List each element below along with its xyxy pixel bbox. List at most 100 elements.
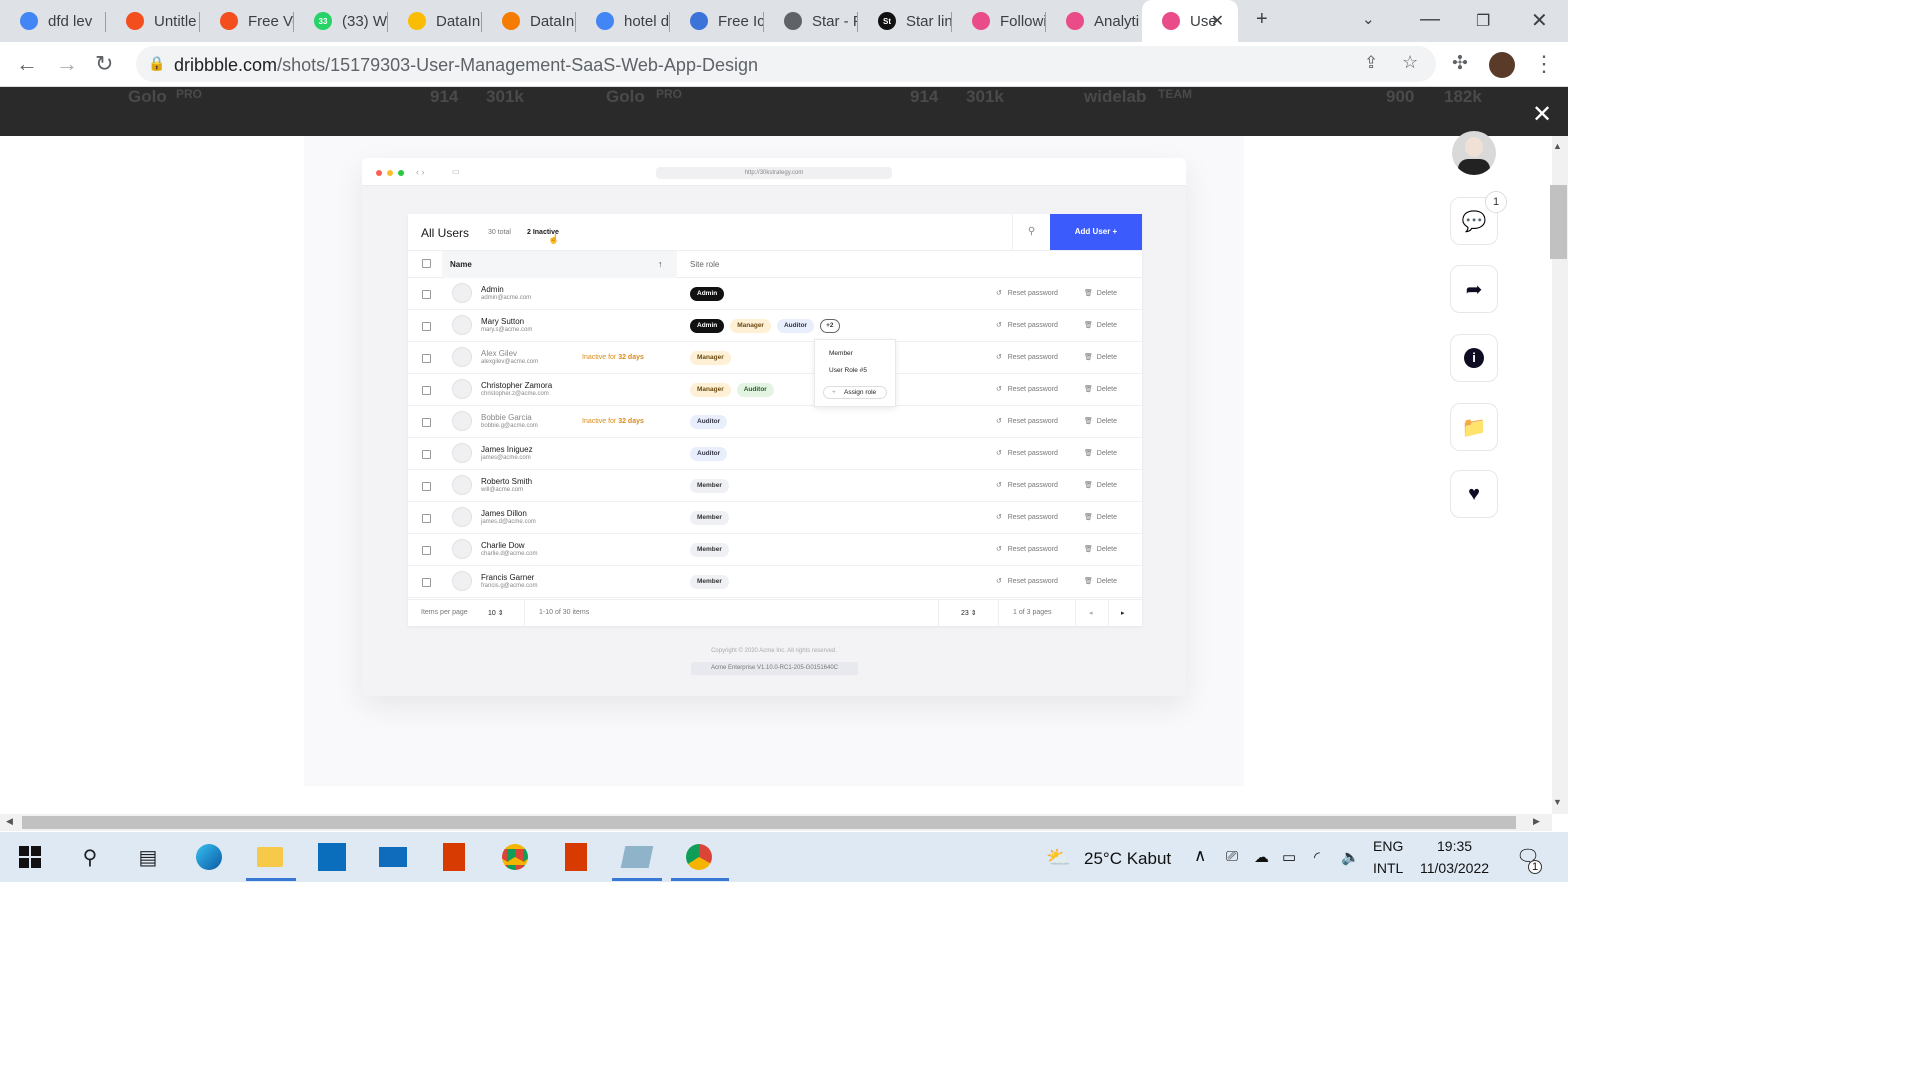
back-icon[interactable]: ← (16, 52, 38, 76)
table-row[interactable]: James Dillon james.d@acme.com Member ↺ Rese… (408, 502, 1142, 534)
office-icon[interactable] (562, 843, 590, 871)
weather-text[interactable]: 25°C Kabut (1084, 849, 1171, 869)
browser-tab[interactable]: DataIn (482, 0, 576, 42)
save-to-collection-button[interactable]: 📁 (1450, 403, 1498, 451)
reset-password-button[interactable]: ↺ Reset password (996, 545, 1058, 553)
delete-button[interactable]: 🗑 Delete (1084, 577, 1117, 585)
minimize-button[interactable]: — (1420, 8, 1440, 31)
scroll-up-icon[interactable]: ▲ (1553, 141, 1562, 151)
table-row[interactable]: Roberto Smith will@acme.com Member ↺ Reset … (408, 470, 1142, 502)
row-checkbox[interactable] (422, 546, 431, 555)
row-checkbox[interactable] (422, 482, 431, 491)
reset-password-button[interactable]: ↺ Reset password (996, 353, 1058, 361)
scroll-left-icon[interactable]: ◀ (6, 816, 13, 827)
delete-button[interactable]: 🗑 Delete (1084, 513, 1117, 521)
browser-tab[interactable]: Followi (952, 0, 1046, 42)
url-text[interactable]: dribbble.com/shots/15179303-User-Managem… (174, 55, 758, 76)
row-checkbox[interactable] (422, 450, 431, 459)
delete-button[interactable]: 🗑 Delete (1084, 289, 1117, 297)
language-layout[interactable]: INTL (1373, 860, 1403, 876)
select-all-checkbox[interactable] (422, 259, 431, 268)
reset-password-button[interactable]: ↺ Reset password (996, 577, 1058, 585)
clock-time[interactable]: 19:35 (1437, 838, 1472, 854)
delete-button[interactable]: 🗑 Delete (1084, 481, 1117, 489)
prev-page-icon[interactable]: ◂ (1089, 609, 1093, 617)
row-checkbox[interactable] (422, 514, 431, 523)
vertical-scroll-thumb[interactable] (1550, 185, 1567, 259)
reset-password-button[interactable]: ↺ Reset password (996, 481, 1058, 489)
browser-tab[interactable]: Untitle (106, 0, 200, 42)
column-header-site-role[interactable]: Site role (690, 251, 719, 278)
row-checkbox[interactable] (422, 322, 431, 331)
table-row[interactable]: Christopher Zamora christopher.z@acme.com… (408, 374, 1142, 406)
chrome-icon[interactable] (501, 843, 529, 871)
table-row[interactable]: James Iniguez james@acme.com Auditor ↺ Rese… (408, 438, 1142, 470)
browser-tab[interactable]: 33 (33) W (294, 0, 388, 42)
like-button[interactable]: ♥ (1450, 470, 1498, 518)
delete-button[interactable]: 🗑 Delete (1084, 449, 1117, 457)
delete-button[interactable]: 🗑 Delete (1084, 385, 1117, 393)
reset-password-button[interactable]: ↺ Reset password (996, 417, 1058, 425)
table-row[interactable]: Bobbie Garcia bobbie.g@acme.com Inactive f… (408, 406, 1142, 438)
weather-icon[interactable]: ⛅ (1046, 845, 1071, 870)
scroll-right-icon[interactable]: ▶ (1533, 816, 1540, 827)
browser-tab[interactable]: Free Ic (670, 0, 764, 42)
extensions-icon[interactable]: ✣ (1452, 52, 1468, 76)
details-button[interactable]: i (1450, 334, 1498, 382)
row-checkbox[interactable] (422, 386, 431, 395)
row-checkbox[interactable] (422, 354, 431, 363)
add-user-button[interactable]: Add User + (1050, 214, 1142, 250)
row-checkbox[interactable] (422, 290, 431, 299)
browser-tab[interactable]: St Star lin (858, 0, 952, 42)
language-code[interactable]: ENG (1373, 838, 1403, 854)
delete-button[interactable]: 🗑 Delete (1084, 417, 1117, 425)
items-per-page-select[interactable]: 10 ⇕ (488, 609, 504, 617)
reset-password-button[interactable]: ↺ Reset password (996, 321, 1058, 329)
restore-button[interactable]: ❐ (1476, 11, 1490, 31)
browser-tab[interactable]: DataIn (388, 0, 482, 42)
table-row[interactable]: Mary Sutton mary.s@acme.com Admin Manager Au… (408, 310, 1142, 342)
tab-close-icon[interactable]: ✕ (1211, 11, 1224, 31)
table-row[interactable]: Admin admin@acme.com Admin ↺ Reset password… (408, 278, 1142, 310)
reload-icon[interactable]: ↻ (95, 52, 113, 76)
task-view-icon[interactable]: ▤ (134, 843, 162, 871)
delete-button[interactable]: 🗑 Delete (1084, 545, 1117, 553)
meet-icon[interactable]: ⎚ (1226, 848, 1238, 865)
table-row[interactable]: Francis Garner francis.g@acme.com Member ↺ … (408, 566, 1142, 598)
onedrive-icon[interactable]: ☁ (1254, 848, 1269, 866)
delete-button[interactable]: 🗑 Delete (1084, 321, 1117, 329)
table-row[interactable]: Alex Gilev alexgilev@acme.com Inactive for… (408, 342, 1142, 374)
file-explorer-icon[interactable] (256, 843, 284, 871)
tab-search-icon[interactable]: ⌄ (1362, 10, 1375, 28)
mail-icon[interactable] (379, 843, 407, 871)
start-icon[interactable] (16, 843, 44, 871)
browser-tab[interactable]: Star - F (764, 0, 858, 42)
share-button[interactable]: ➦ (1450, 265, 1498, 313)
volume-icon[interactable]: 🔈 (1341, 848, 1360, 866)
tray-chevron-icon[interactable]: ∧ (1194, 846, 1206, 866)
column-header-name[interactable]: Name (442, 251, 677, 278)
bookmark-star-icon[interactable]: ☆ (1402, 52, 1418, 73)
sort-arrow-icon[interactable]: ↑ (658, 251, 663, 278)
browser-menu-icon[interactable]: ⋮ (1533, 52, 1555, 76)
more-roles-button[interactable]: +2 (820, 319, 840, 333)
reset-password-button[interactable]: ↺ Reset password (996, 289, 1058, 297)
dell-icon[interactable] (318, 843, 346, 871)
horizontal-scroll-thumb[interactable] (22, 816, 1516, 829)
battery-icon[interactable]: ▭ (1282, 848, 1296, 866)
app-icon[interactable] (620, 843, 654, 871)
browser-tab[interactable]: hotel d (576, 0, 670, 42)
browser-tab[interactable]: dfd lev (0, 0, 106, 42)
scroll-down-icon[interactable]: ▼ (1553, 797, 1562, 807)
search-icon[interactable]: ⚲ (1012, 214, 1050, 250)
new-tab-button[interactable]: + (1256, 8, 1268, 31)
office-icon[interactable] (440, 843, 468, 871)
assign-role-button[interactable]: + Assign role (823, 386, 887, 399)
row-checkbox[interactable] (422, 578, 431, 587)
reset-password-button[interactable]: ↺ Reset password (996, 385, 1058, 393)
delete-button[interactable]: 🗑 Delete (1084, 353, 1117, 361)
reset-password-button[interactable]: ↺ Reset password (996, 449, 1058, 457)
next-page-icon[interactable]: ▸ (1121, 609, 1125, 617)
designer-avatar[interactable] (1452, 131, 1496, 175)
role-option-member[interactable]: Member (829, 350, 853, 357)
